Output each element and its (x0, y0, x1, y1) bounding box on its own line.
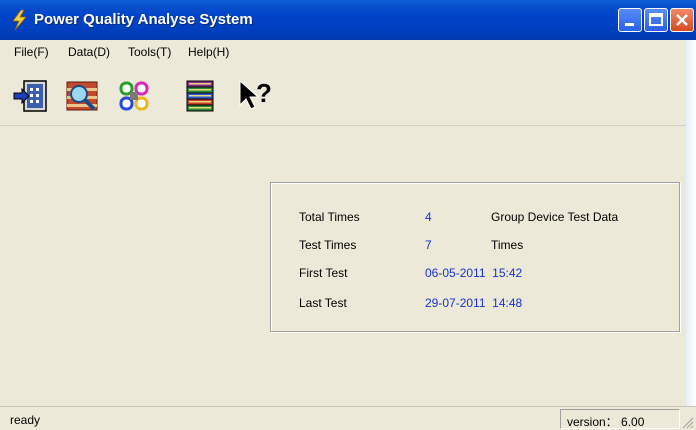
first-test-value: 06-05-2011 15:42 (425, 266, 523, 280)
test-times-suffix: Times (491, 238, 524, 252)
first-test-label: First Test (299, 266, 348, 280)
minimize-icon (625, 23, 634, 26)
help-button[interactable]: ? (236, 78, 272, 114)
title-bar[interactable]: Power Quality Analyse System (0, 0, 696, 40)
main-window: Power Quality Analyse System File(F) Dat… (0, 0, 696, 430)
tools-button[interactable] (116, 78, 152, 114)
total-times-suffix: Group Device Test Data (491, 210, 619, 224)
last-test-value: 29-07-2011 14:48 (425, 296, 523, 310)
close-button[interactable] (670, 8, 694, 32)
tools-icon (118, 80, 150, 112)
status-bar: ready version： 6.00 (0, 406, 696, 430)
window-frame-right (686, 40, 696, 430)
help-pointer-icon: ? (239, 78, 272, 110)
database-button[interactable] (182, 78, 218, 114)
version-label: version： 6.00 (567, 415, 645, 429)
menu-help[interactable]: Help(H) (188, 45, 229, 59)
lightning-icon (12, 10, 27, 30)
menu-data[interactable]: Data(D) (68, 45, 110, 59)
search-data-icon (66, 81, 98, 111)
maximize-icon (649, 13, 663, 26)
menu-file[interactable]: File(F) (14, 45, 49, 59)
minimize-button[interactable] (618, 8, 642, 32)
maximize-button[interactable] (644, 8, 668, 32)
test-summary-panel: Total Times 4 Group Device Test Data Tes… (270, 182, 680, 332)
total-times-value: 4 (425, 210, 432, 224)
menu-bar: File(F) Data(D) Tools(T) Help(H) (0, 40, 696, 64)
import-icon (13, 80, 47, 112)
last-test-label: Last Test (299, 296, 347, 310)
status-message: ready (10, 413, 41, 427)
svg-text:?: ? (256, 78, 272, 108)
total-times-label: Total Times (299, 210, 360, 224)
version-panel: version： 6.00 (560, 409, 680, 429)
window-title: Power Quality Analyse System (34, 11, 253, 28)
toolbar: ? (0, 64, 696, 126)
import-button[interactable] (12, 78, 48, 114)
test-times-label: Test Times (299, 238, 357, 252)
database-books-icon (186, 80, 214, 112)
test-times-value: 7 (425, 238, 432, 252)
resize-grip-icon[interactable] (682, 417, 694, 429)
close-icon (676, 14, 688, 26)
search-data-button[interactable] (64, 78, 100, 114)
menu-tools[interactable]: Tools(T) (128, 45, 171, 59)
